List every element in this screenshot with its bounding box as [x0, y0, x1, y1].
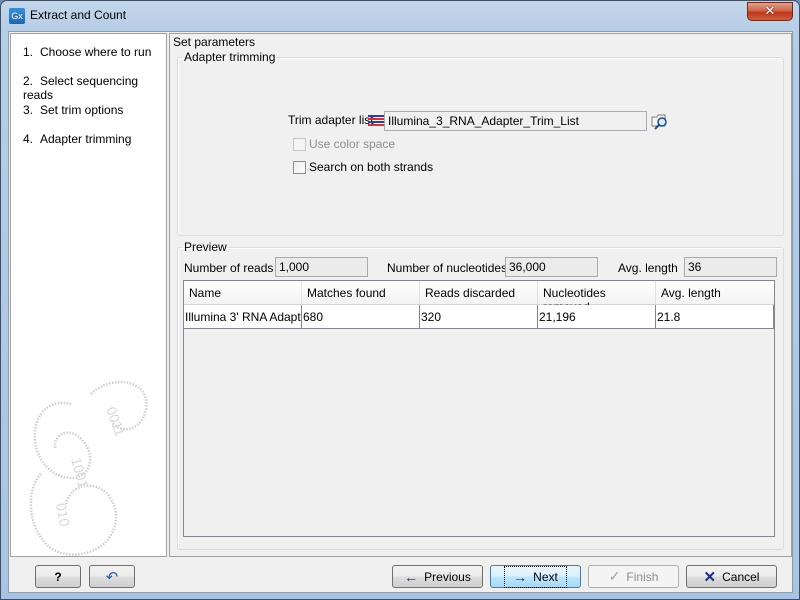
next-button[interactable]: → Next — [490, 565, 581, 588]
cancel-x-icon: ✕ — [703, 568, 717, 586]
close-icon: ✕ — [764, 4, 776, 19]
svg-text:0011: 0011 — [103, 405, 128, 439]
cell-reads-discarded: 320 — [420, 305, 538, 328]
svg-text:010: 010 — [53, 502, 73, 528]
column-header-name[interactable]: Name — [184, 281, 302, 305]
adapter-trimming-legend: Adapter trimming — [184, 50, 276, 64]
search-both-strands-checkbox[interactable] — [293, 161, 306, 174]
adapter-list-icon — [368, 115, 384, 126]
step-label: Set trim options — [40, 103, 124, 117]
dialog-window: Gx Extract and Count ✕ 1. Choose where to… — [0, 0, 800, 600]
number-of-reads-label: Number of reads — [184, 261, 274, 275]
wizard-steps-panel: 1. Choose where to run 2. Select sequencin… — [10, 33, 167, 557]
search-both-strands-label: Search on both strands — [309, 160, 434, 174]
cell-avg-length: 21.8 — [656, 305, 774, 328]
column-header-matches-found[interactable]: Matches found — [302, 281, 420, 305]
decorative-swirl-logo: 0011 1001 010 — [29, 380, 148, 556]
trim-adapter-list-field[interactable]: Illumina_3_RNA_Adapter_Trim_List — [384, 111, 647, 131]
preview-legend: Preview — [184, 240, 227, 254]
window-title: Extract and Count — [30, 8, 127, 22]
avg-length-label: Avg. length — [618, 261, 678, 275]
step-label: Adapter trimming — [40, 132, 132, 146]
use-color-space-label: Use color space — [309, 137, 396, 151]
previous-label: Previous — [424, 569, 471, 584]
use-color-space-checkbox[interactable] — [293, 138, 306, 151]
table-header: Name Matches found Reads discarded Nucle… — [184, 281, 774, 314]
help-icon: ? — [54, 569, 62, 584]
step-number: 3. — [23, 103, 34, 117]
browse-folder-icon[interactable] — [651, 112, 669, 130]
avg-length-field: 36 — [684, 257, 777, 277]
step-number: 4. — [23, 132, 34, 146]
arrow-left-icon: ← — [404, 568, 419, 585]
trim-adapter-list-label: Trim adapter list — [288, 113, 374, 127]
checkmark-icon: ✓ — [608, 568, 621, 584]
table-row[interactable]: Illumina 3' RNA Adapter 680 320 21,196 2… — [184, 305, 774, 329]
number-of-reads-field: 1,000 — [275, 257, 368, 277]
title-bar[interactable]: Gx Extract and Count ✕ — [1, 1, 799, 31]
previous-button[interactable]: ← Previous — [392, 565, 483, 588]
wizard-step-1: 1. Choose where to run — [23, 45, 151, 59]
cell-nucleotides-removed: 21,196 — [538, 305, 656, 328]
next-label: Next — [533, 569, 558, 584]
adapter-trimming-group: Adapter trimming — [177, 50, 784, 236]
finish-label: Finish — [626, 569, 659, 584]
cell-matches-found: 680 — [302, 305, 420, 328]
app-icon: Gx — [9, 8, 25, 24]
number-of-nucleotides-field: 36,000 — [505, 257, 598, 277]
help-button[interactable]: ? — [35, 565, 81, 588]
finish-button[interactable]: ✓ Finish — [588, 565, 679, 588]
dialog-client: 1. Choose where to run 2. Select sequencin… — [8, 31, 793, 593]
reset-icon: ↶ — [105, 568, 119, 586]
number-of-nucleotides-label: Number of nucleotides — [387, 261, 508, 275]
wizard-step-3: 3. Set trim options — [23, 103, 123, 117]
step-label: Select sequencing reads — [23, 74, 139, 102]
arrow-right-icon: → — [513, 568, 528, 585]
preview-table: Name Matches found Reads discarded Nucle… — [183, 280, 775, 537]
settings-panel: Set parameters Adapter trimming Trim ada… — [169, 33, 792, 557]
close-button[interactable]: ✕ — [747, 2, 793, 21]
cancel-button[interactable]: ✕ Cancel — [686, 565, 777, 588]
step-number: 1. — [23, 45, 34, 59]
cell-name: Illumina 3' RNA Adapter — [184, 305, 302, 328]
wizard-step-2: 2. Select sequencing reads — [23, 74, 166, 102]
column-header-avg-length[interactable]: Avg. length — [656, 281, 774, 305]
column-header-nucleotides-removed[interactable]: Nucleotides removed — [538, 281, 656, 314]
step-label: Choose where to run — [40, 45, 152, 59]
step-number: 2. — [23, 74, 34, 88]
section-title: Set parameters — [173, 35, 256, 49]
svg-text:1001: 1001 — [68, 456, 92, 490]
reset-button[interactable]: ↶ — [89, 565, 135, 588]
column-header-reads-discarded[interactable]: Reads discarded — [420, 281, 538, 305]
wizard-step-4: 4. Adapter trimming — [23, 132, 131, 146]
cancel-label: Cancel — [722, 569, 760, 584]
